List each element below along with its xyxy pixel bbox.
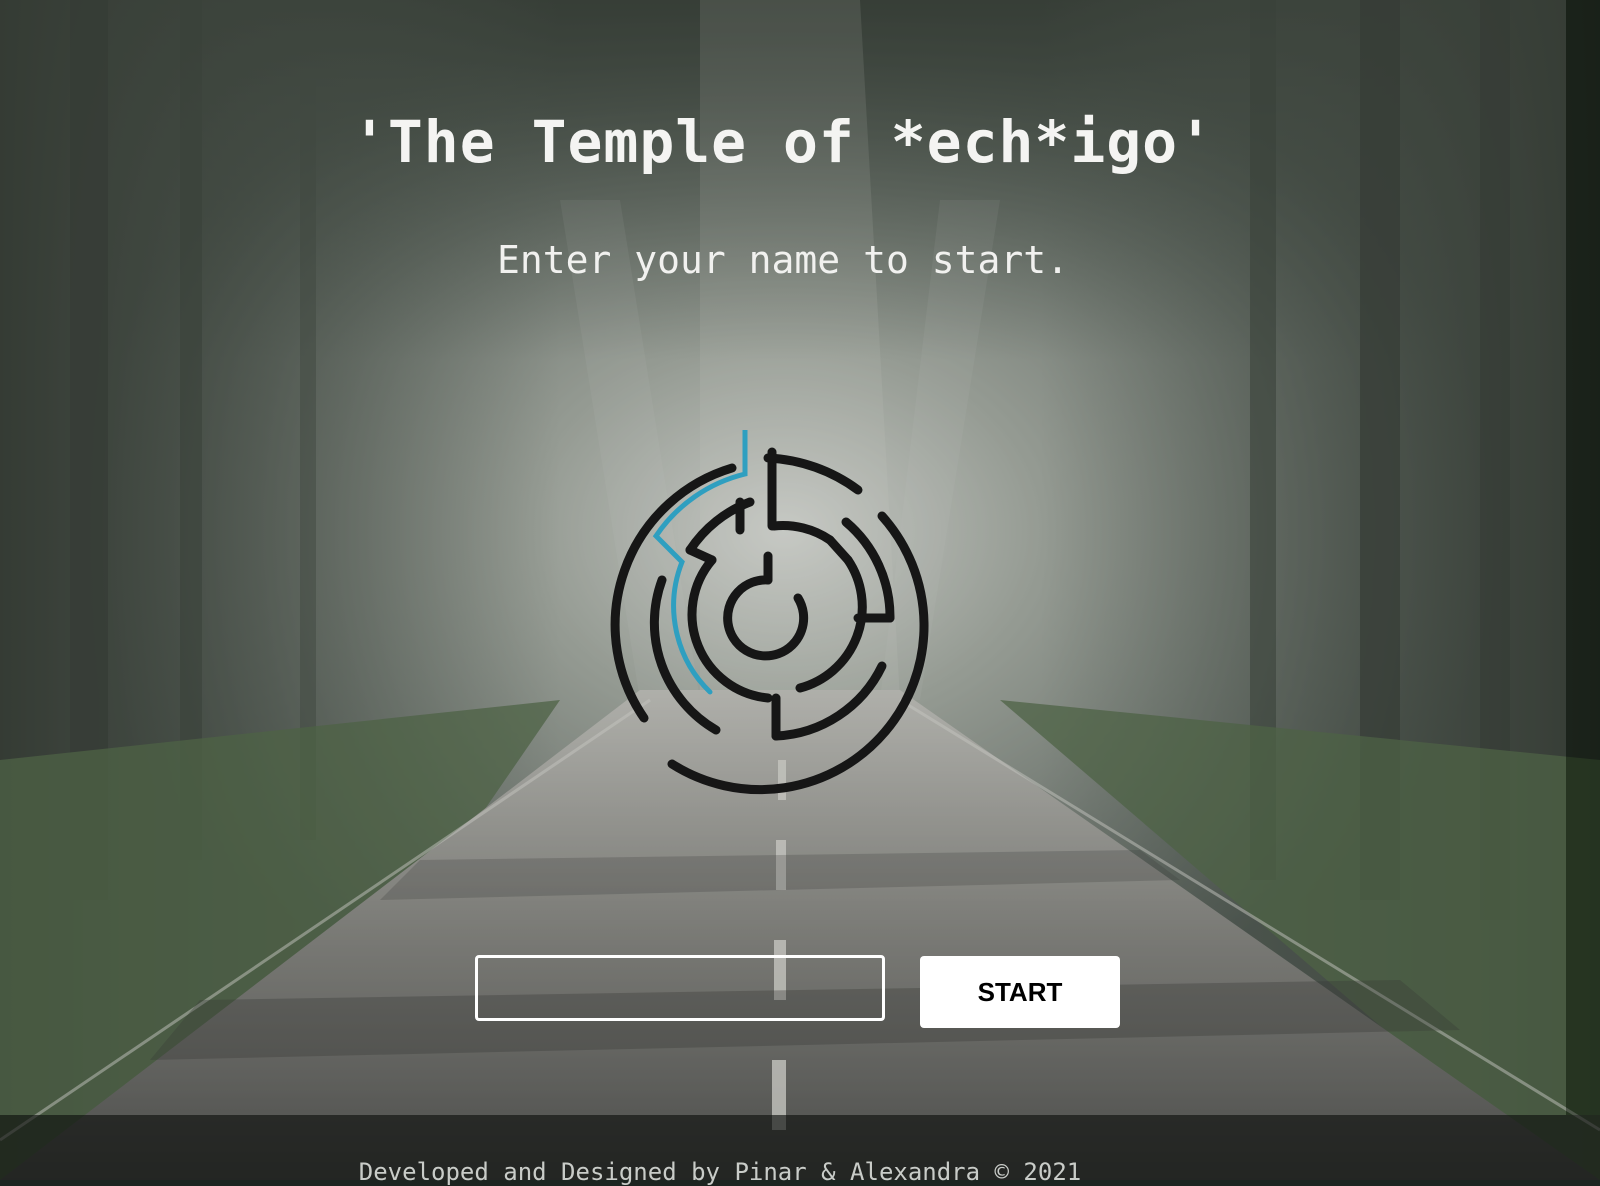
maze-icon: [600, 427, 960, 800]
start-button[interactable]: START: [920, 956, 1120, 1028]
page-title: 'The Temple of *ech*igo': [351, 108, 1215, 176]
footer-credit: Developed and Designed by Pinar & Alexan…: [358, 1158, 1082, 1186]
name-input[interactable]: [475, 955, 885, 1021]
page-subtitle: Enter your name to start.: [497, 238, 1069, 282]
